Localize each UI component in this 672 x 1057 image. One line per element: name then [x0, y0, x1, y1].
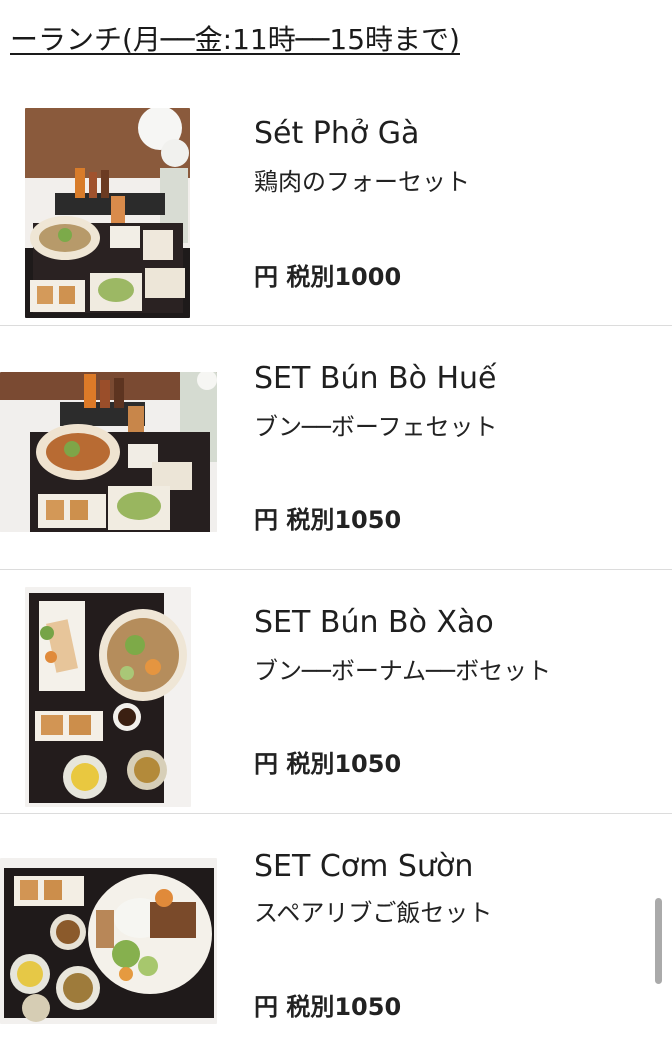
- menu-item-price: 円 税別1050: [254, 506, 402, 534]
- menu-item[interactable]: Sét Phở Gà 鶏肉のフォーセット 円 税別1000: [0, 82, 672, 326]
- menu-item[interactable]: SET Bún Bò Xào ブン──ボーナム──ボセット 円 税別1050: [0, 570, 672, 814]
- menu-item-photo[interactable]: [0, 372, 217, 532]
- menu-item-price: 円 税別1050: [254, 750, 402, 778]
- menu-item-name[interactable]: SET Bún Bò Huế: [254, 359, 497, 399]
- menu-item-name[interactable]: SET Cơm Sườn: [254, 847, 473, 887]
- menu-item-subtitle: 鶏肉のフォーセット: [254, 168, 470, 196]
- menu-item-subtitle: ブン──ボーナム──ボセット: [254, 657, 552, 685]
- menu-item-name[interactable]: Sét Phở Gà: [254, 114, 419, 154]
- menu-item-subtitle: スペアリブご飯セット: [254, 899, 493, 927]
- menu-item-subtitle: ブン──ボーフェセット: [254, 413, 498, 441]
- menu-item-price: 円 税別1000: [254, 263, 402, 291]
- menu-item[interactable]: SET Bún Bò Huế ブン──ボーフェセット 円 税別1050: [0, 326, 672, 570]
- lunch-section-title: ーランチ(月──金:11時──15時まで): [10, 23, 460, 56]
- menu-item-photo[interactable]: [25, 587, 191, 807]
- menu-item[interactable]: SET Cơm Sườn スペアリブご飯セット 円 税別1050: [0, 814, 672, 1057]
- menu-item-photo[interactable]: [0, 858, 217, 1024]
- menu-item-photo[interactable]: [25, 108, 190, 318]
- scrollbar-thumb[interactable]: [655, 898, 662, 984]
- menu-item-name[interactable]: SET Bún Bò Xào: [254, 603, 494, 643]
- menu-item-price: 円 税別1050: [254, 993, 402, 1021]
